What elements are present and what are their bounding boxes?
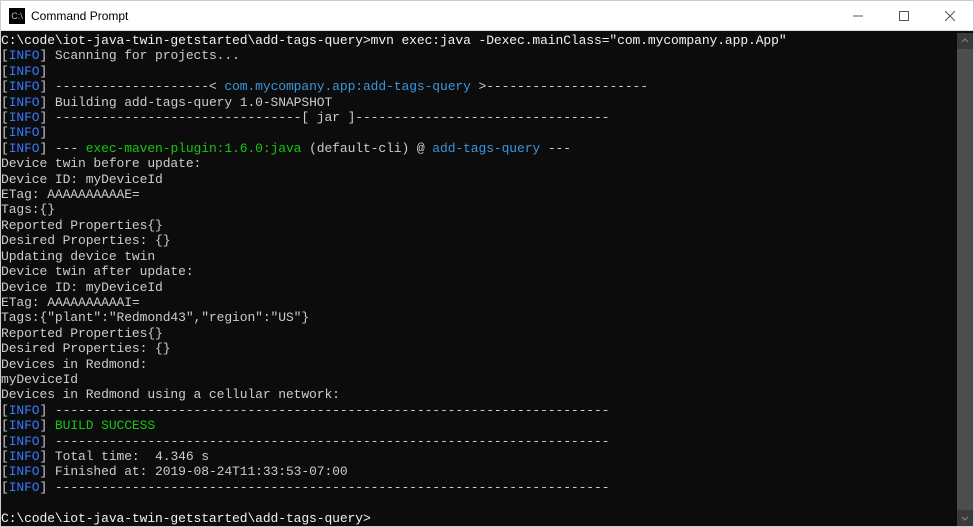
titlebar[interactable]: C:\ Command Prompt [1, 1, 973, 31]
log-line: [INFO] ---------------------------------… [1, 480, 957, 495]
cmd-icon: C:\ [9, 8, 25, 24]
close-button[interactable] [927, 1, 973, 30]
output-line: Device twin before update: [1, 156, 957, 171]
window-title: Command Prompt [31, 9, 835, 23]
minimize-icon [853, 11, 863, 21]
log-line: [INFO] ---------------------------------… [1, 434, 957, 449]
output-line: Device ID: myDeviceId [1, 280, 957, 295]
output-line: Reported Properties{} [1, 218, 957, 233]
scroll-down-button[interactable] [957, 510, 973, 526]
output-line: Devices in Redmond using a cellular netw… [1, 387, 957, 402]
output-line: myDeviceId [1, 372, 957, 387]
window: C:\ Command Prompt C:\code\iot-java-twin… [0, 0, 974, 527]
minimize-button[interactable] [835, 1, 881, 30]
scrollbar[interactable] [957, 33, 973, 526]
terminal-content: C:\code\iot-java-twin-getstarted\add-tag… [1, 33, 957, 526]
output-line: Tags:{"plant":"Redmond43","region":"US"} [1, 310, 957, 325]
chevron-up-icon [961, 37, 969, 45]
scroll-thumb[interactable] [957, 49, 973, 510]
output-line: Tags:{} [1, 202, 957, 217]
output-line: ETag: AAAAAAAAAAI= [1, 295, 957, 310]
log-line: [INFO] Total time: 4.346 s [1, 449, 957, 464]
log-line: [INFO] --------------------------------[… [1, 110, 957, 125]
output-line [1, 495, 957, 510]
prompt-line: C:\code\iot-java-twin-getstarted\add-tag… [1, 511, 957, 526]
output-line: Desired Properties: {} [1, 341, 957, 356]
output-line: Device twin after update: [1, 264, 957, 279]
prompt-line: C:\code\iot-java-twin-getstarted\add-tag… [1, 33, 957, 48]
log-line: [INFO] Scanning for projects... [1, 48, 957, 63]
scroll-track[interactable] [957, 49, 973, 510]
log-line: [INFO] --------------------< com.mycompa… [1, 79, 957, 94]
output-line: Devices in Redmond: [1, 357, 957, 372]
chevron-down-icon [961, 514, 969, 522]
output-line: ETag: AAAAAAAAAAE= [1, 187, 957, 202]
log-line: [INFO] Finished at: 2019-08-24T11:33:53-… [1, 464, 957, 479]
close-icon [945, 11, 955, 21]
output-line: Device ID: myDeviceId [1, 172, 957, 187]
log-line: [INFO] BUILD SUCCESS [1, 418, 957, 433]
maximize-button[interactable] [881, 1, 927, 30]
window-controls [835, 1, 973, 30]
output-line: Reported Properties{} [1, 326, 957, 341]
log-line: [INFO] [1, 64, 957, 79]
log-line: [INFO] --- exec-maven-plugin:1.6.0:java … [1, 141, 957, 156]
log-line: [INFO] [1, 125, 957, 140]
scroll-up-button[interactable] [957, 33, 973, 49]
maximize-icon [899, 11, 909, 21]
output-line: Desired Properties: {} [1, 233, 957, 248]
log-line: [INFO] ---------------------------------… [1, 403, 957, 418]
log-line: [INFO] Building add-tags-query 1.0-SNAPS… [1, 95, 957, 110]
output-line: Updating device twin [1, 249, 957, 264]
terminal[interactable]: C:\code\iot-java-twin-getstarted\add-tag… [1, 31, 973, 526]
